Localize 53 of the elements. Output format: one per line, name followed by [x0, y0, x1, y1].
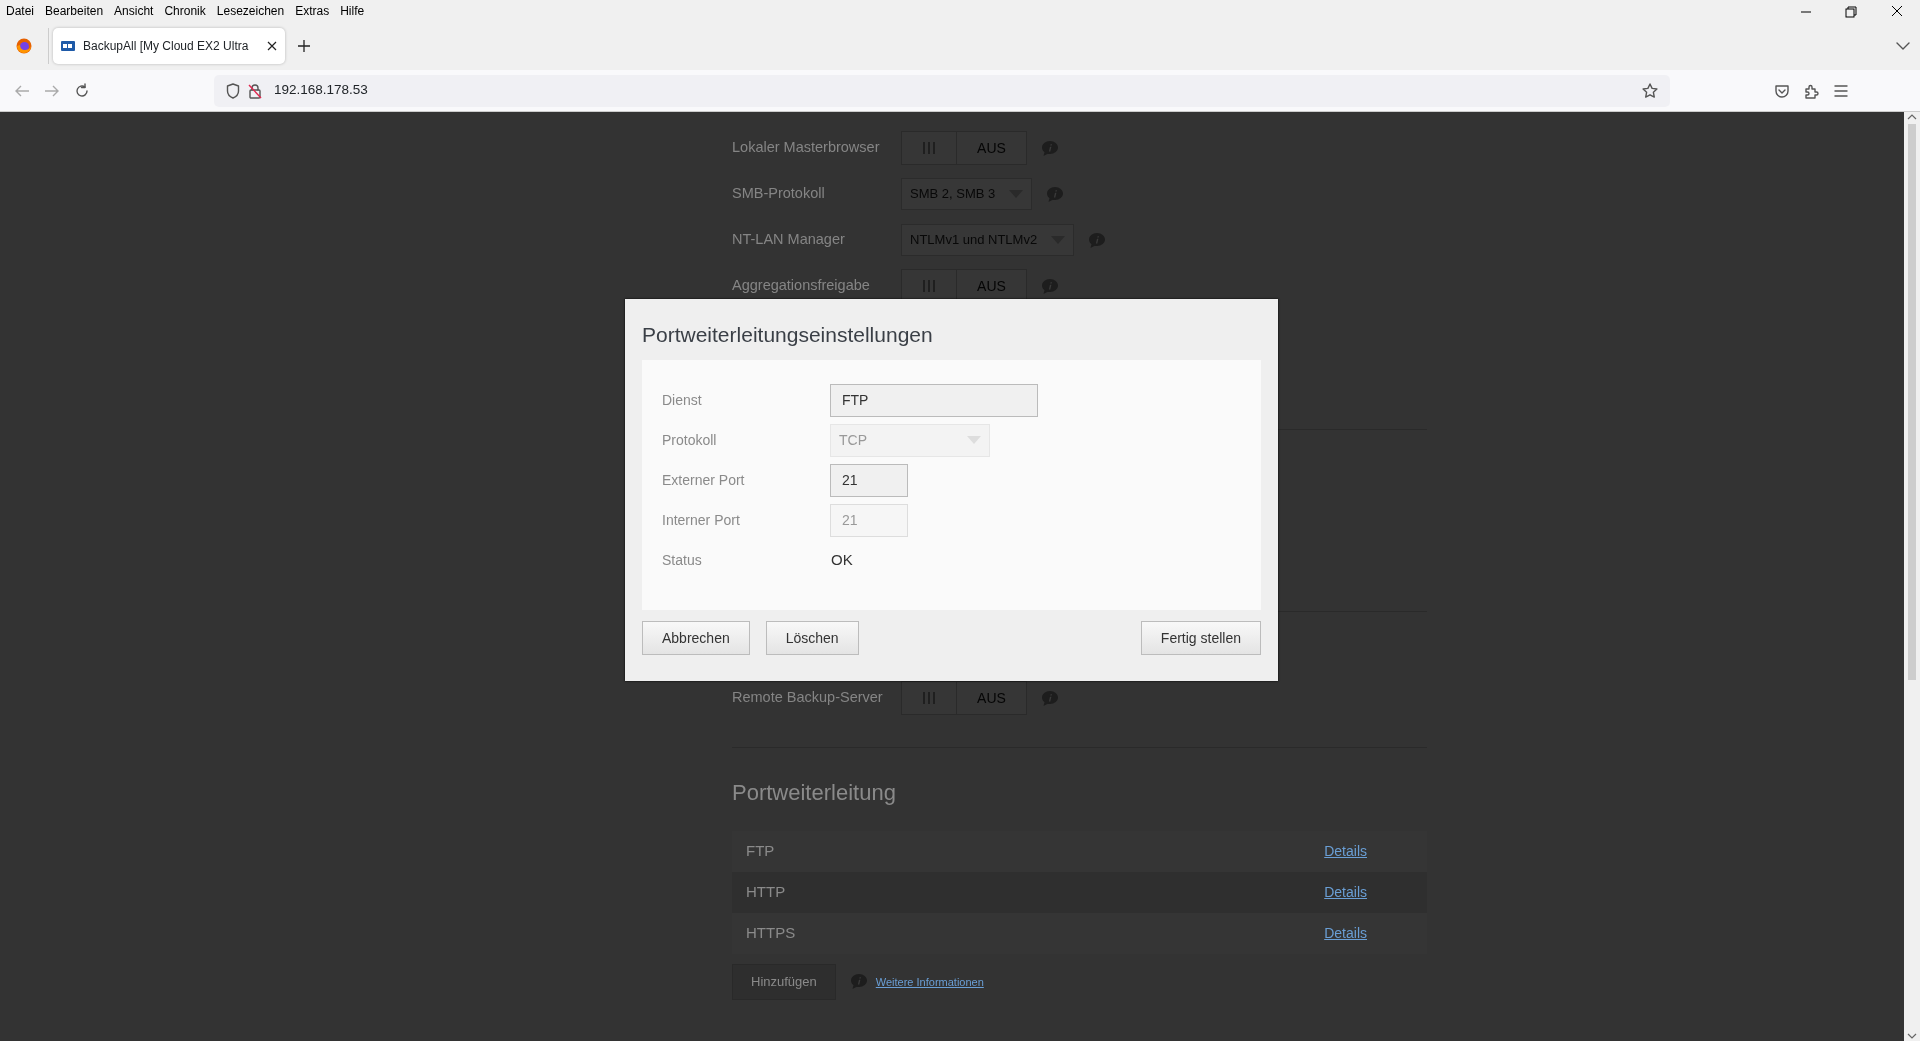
back-arrow-icon[interactable]: [14, 83, 30, 98]
setting-label: SMB-Protokoll: [732, 184, 826, 204]
tab-title: BackupAll [My Cloud EX2 Ultra: [83, 38, 250, 55]
menu-item[interactable]: Extras: [295, 2, 330, 20]
field-label: Interner Port: [662, 510, 741, 530]
chevron-down-icon[interactable]: [1896, 42, 1910, 50]
menu-item[interactable]: Hilfe: [340, 2, 365, 20]
setting-label: Remote Backup-Server: [732, 688, 884, 708]
dialog-button[interactable]: Fertig stellen: [1140, 621, 1261, 656]
menu-item[interactable]: Lesezeichen: [216, 2, 285, 20]
input-field[interactable]: 21: [830, 463, 908, 497]
forward-arrow-icon[interactable]: [44, 83, 60, 98]
status-value: OK: [830, 550, 853, 571]
menu-item[interactable]: Chronik: [164, 2, 206, 20]
field-label: Dienst: [662, 390, 703, 410]
new-tab-icon[interactable]: [297, 39, 311, 53]
star-icon[interactable]: [1642, 82, 1658, 99]
field-label: Protokoll: [662, 430, 718, 450]
dialog-title: Portweiterleitungseinstellungen: [642, 322, 934, 348]
dialog-button[interactable]: Löschen: [765, 621, 859, 656]
dialog-button[interactable]: Abbrechen: [642, 621, 750, 656]
favicon-icon: [61, 41, 75, 51]
service-name: FTP: [746, 841, 775, 862]
browser-tab[interactable]: BackupAll [My Cloud EX2 Ultra: [53, 28, 285, 64]
details-link[interactable]: Details: [1324, 923, 1367, 944]
menu-item[interactable]: Datei: [6, 2, 34, 20]
service-name: HTTP: [746, 882, 786, 903]
section-heading: Portweiterleitung: [732, 779, 897, 807]
close-icon[interactable]: [267, 41, 277, 51]
input-field[interactable]: FTP: [830, 383, 1038, 417]
scroll-down-icon[interactable]: [1907, 1031, 1917, 1041]
scroll-up-icon[interactable]: [1907, 112, 1917, 122]
crossed-lock-icon: [248, 82, 262, 99]
puzzle-icon[interactable]: [1804, 82, 1820, 99]
menu-item[interactable]: Ansicht: [114, 2, 154, 20]
service-name: HTTPS: [746, 923, 796, 944]
scrollbar[interactable]: [1904, 112, 1920, 1041]
shield-icon: [226, 82, 240, 99]
setting-label: NT-LAN Manager: [732, 230, 846, 250]
reload-icon[interactable]: [74, 82, 90, 99]
details-link[interactable]: Details: [1324, 841, 1367, 862]
field-label: Status: [662, 550, 703, 570]
menu-icon[interactable]: [1834, 84, 1848, 97]
setting-label: Lokaler Masterbrowser: [732, 138, 881, 158]
browser-logo-icon[interactable]: [16, 38, 32, 54]
field-label: Externer Port: [662, 470, 746, 490]
address-text[interactable]: 192.168.178.53: [274, 80, 368, 101]
setting-label: Aggregationsfreigabe: [732, 276, 871, 296]
more-info-link[interactable]: Weitere Informationen: [875, 973, 984, 990]
details-link[interactable]: Details: [1324, 882, 1367, 903]
menu-item[interactable]: Bearbeiten: [45, 2, 104, 20]
pocket-icon[interactable]: [1774, 82, 1790, 99]
add-button[interactable]: Hinzufügen: [732, 964, 836, 1000]
